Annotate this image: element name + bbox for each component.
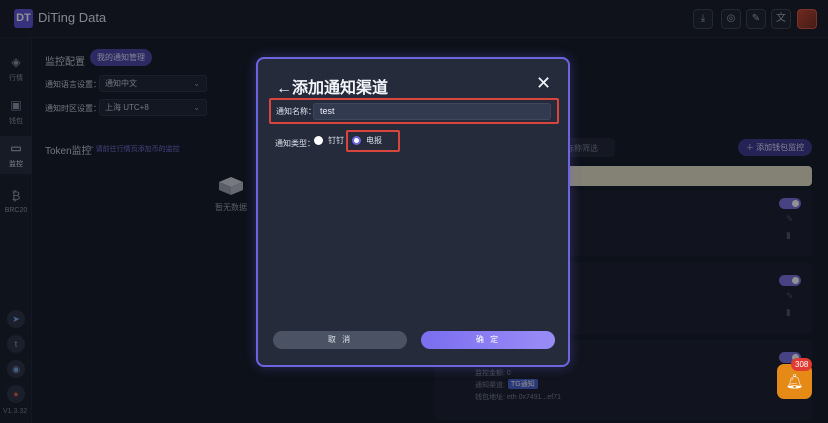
close-icon[interactable]: ✕ [536, 74, 551, 92]
radio-unchecked-icon [314, 136, 323, 146]
name-label: 通知名称： [276, 107, 316, 116]
radio-dingtalk[interactable]: 钉钉 [314, 135, 344, 149]
radio-telegram-label: 电报 [366, 136, 382, 145]
cancel-button[interactable]: 取 消 [273, 331, 407, 349]
name-input[interactable]: test [313, 103, 551, 120]
bell-icon: 🔔︎ [785, 373, 804, 389]
confirm-button[interactable]: 确 定 [421, 331, 555, 349]
name-field-row: 通知名称： test [269, 98, 559, 124]
radio-telegram[interactable]: 电报 [352, 135, 382, 149]
radio-checked-icon [352, 136, 361, 146]
radio-dingtalk-label: 钉钉 [328, 136, 344, 145]
modal-title[interactable]: ←添加通知渠道 [276, 74, 388, 98]
add-channel-modal: ←添加通知渠道 ✕ 通知名称： test 通知类型： 钉钉 电报 取 消 确 定 [256, 57, 570, 367]
type-label: 通知类型： [275, 139, 315, 148]
notification-count-badge: 308 [791, 358, 813, 371]
